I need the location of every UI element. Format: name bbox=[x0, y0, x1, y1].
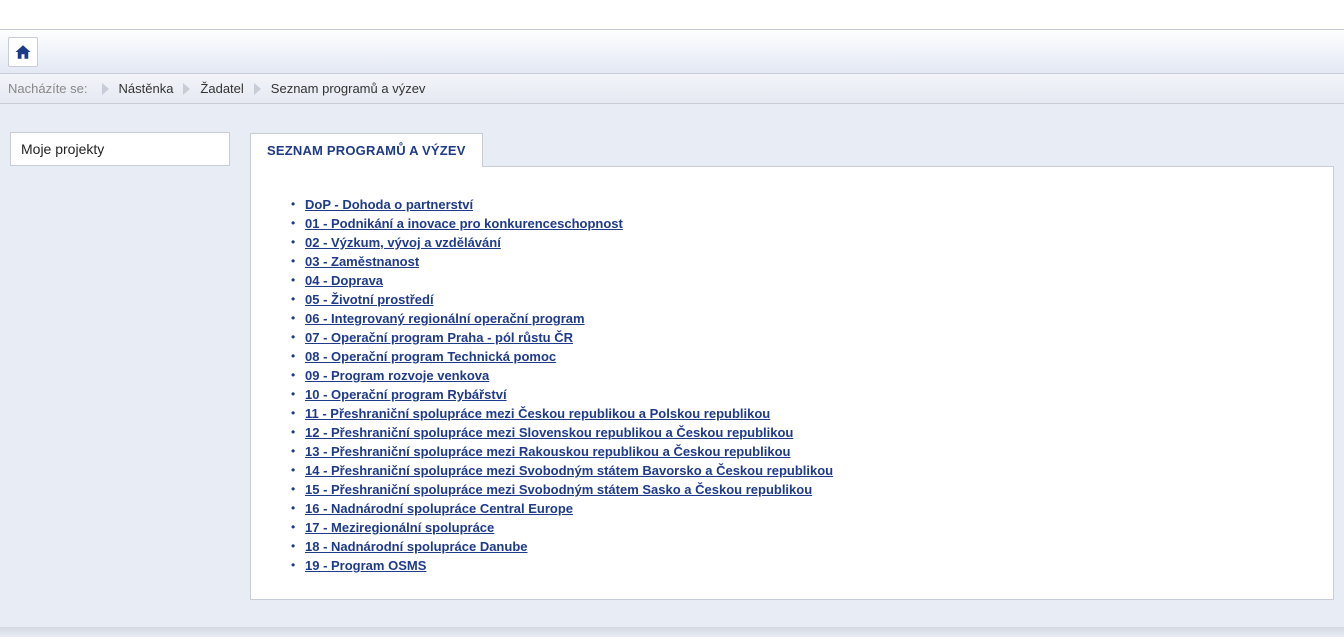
list-item: 19 - Program OSMS bbox=[291, 556, 1313, 575]
list-item: DoP - Dohoda o partnerství bbox=[291, 195, 1313, 214]
list-item: 18 - Nadnárodní spolupráce Danube bbox=[291, 537, 1313, 556]
program-list: DoP - Dohoda o partnerství 01 - Podnikání… bbox=[291, 195, 1313, 575]
panel-title: SEZNAM PROGRAMŮ A VÝZEV bbox=[250, 133, 483, 167]
list-item: 06 - Integrovaný regionální operační pro… bbox=[291, 309, 1313, 328]
bottom-shadow bbox=[0, 627, 1344, 637]
program-link[interactable]: DoP - Dohoda o partnerství bbox=[305, 197, 473, 212]
program-link[interactable]: 04 - Doprava bbox=[305, 273, 383, 288]
sidebar-item-label: Moje projekty bbox=[21, 141, 104, 157]
list-item: 11 - Přeshraniční spolupráce mezi Českou… bbox=[291, 404, 1313, 423]
list-item: 07 - Operační program Praha - pól růstu … bbox=[291, 328, 1313, 347]
program-link[interactable]: 08 - Operační program Technická pomoc bbox=[305, 349, 556, 364]
program-link[interactable]: 05 - Životní prostředí bbox=[305, 292, 434, 307]
list-item: 10 - Operační program Rybářství bbox=[291, 385, 1313, 404]
list-item: 01 - Podnikání a inovace pro konkurences… bbox=[291, 214, 1313, 233]
program-link[interactable]: 19 - Program OSMS bbox=[305, 558, 426, 573]
program-link[interactable]: 02 - Výzkum, vývoj a vzdělávání bbox=[305, 235, 501, 250]
list-item: 03 - Zaměstnanost bbox=[291, 252, 1313, 271]
program-link[interactable]: 11 - Přeshraniční spolupráce mezi Českou… bbox=[305, 406, 770, 421]
program-link[interactable]: 03 - Zaměstnanost bbox=[305, 254, 419, 269]
home-button[interactable] bbox=[8, 37, 38, 67]
program-link[interactable]: 06 - Integrovaný regionální operační pro… bbox=[305, 311, 585, 326]
chevron-right-icon bbox=[254, 83, 261, 95]
program-link[interactable]: 12 - Přeshraniční spolupráce mezi Sloven… bbox=[305, 425, 793, 440]
chevron-right-icon bbox=[102, 83, 109, 95]
list-item: 17 - Meziregionální spolupráce bbox=[291, 518, 1313, 537]
list-item: 12 - Přeshraniční spolupráce mezi Sloven… bbox=[291, 423, 1313, 442]
top-header-strip bbox=[0, 0, 1344, 30]
breadcrumb-item-nastenka[interactable]: Nástěnka bbox=[119, 81, 174, 96]
program-link[interactable]: 17 - Meziregionální spolupráce bbox=[305, 520, 494, 535]
list-item: 15 - Přeshraniční spolupráce mezi Svobod… bbox=[291, 480, 1313, 499]
nav-bar bbox=[0, 30, 1344, 74]
list-item: 05 - Životní prostředí bbox=[291, 290, 1313, 309]
list-item: 14 - Přeshraniční spolupráce mezi Svobod… bbox=[291, 461, 1313, 480]
list-item: 04 - Doprava bbox=[291, 271, 1313, 290]
programs-panel: DoP - Dohoda o partnerství 01 - Podnikání… bbox=[250, 166, 1334, 600]
list-item: 08 - Operační program Technická pomoc bbox=[291, 347, 1313, 366]
program-link[interactable]: 01 - Podnikání a inovace pro konkurences… bbox=[305, 216, 623, 231]
sidebar: Moje projekty bbox=[10, 132, 230, 600]
list-item: 16 - Nadnárodní spolupráce Central Europ… bbox=[291, 499, 1313, 518]
program-link[interactable]: 18 - Nadnárodní spolupráce Danube bbox=[305, 539, 528, 554]
page-body: Moje projekty SEZNAM PROGRAMŮ A VÝZEV Do… bbox=[0, 104, 1344, 610]
program-link[interactable]: 07 - Operační program Praha - pól růstu … bbox=[305, 330, 573, 345]
chevron-right-icon bbox=[183, 83, 190, 95]
main-content: SEZNAM PROGRAMŮ A VÝZEV DoP - Dohoda o p… bbox=[250, 132, 1334, 600]
program-link[interactable]: 15 - Přeshraniční spolupráce mezi Svobod… bbox=[305, 482, 812, 497]
breadcrumb-label: Nacházíte se: bbox=[8, 81, 88, 96]
program-link[interactable]: 16 - Nadnárodní spolupráce Central Europ… bbox=[305, 501, 573, 516]
program-link[interactable]: 10 - Operační program Rybářství bbox=[305, 387, 507, 402]
list-item: 09 - Program rozvoje venkova bbox=[291, 366, 1313, 385]
list-item: 02 - Výzkum, vývoj a vzdělávání bbox=[291, 233, 1313, 252]
program-link[interactable]: 13 - Přeshraniční spolupráce mezi Rakous… bbox=[305, 444, 790, 459]
home-icon bbox=[14, 43, 32, 61]
sidebar-item-my-projects[interactable]: Moje projekty bbox=[10, 132, 230, 166]
breadcrumb-item-zadatel[interactable]: Žadatel bbox=[200, 81, 243, 96]
list-item: 13 - Přeshraniční spolupráce mezi Rakous… bbox=[291, 442, 1313, 461]
breadcrumb: Nacházíte se: Nástěnka Žadatel Seznam pr… bbox=[0, 74, 1344, 104]
breadcrumb-current: Seznam programů a výzev bbox=[271, 81, 426, 96]
program-link[interactable]: 09 - Program rozvoje venkova bbox=[305, 368, 489, 383]
program-link[interactable]: 14 - Přeshraniční spolupráce mezi Svobod… bbox=[305, 463, 833, 478]
